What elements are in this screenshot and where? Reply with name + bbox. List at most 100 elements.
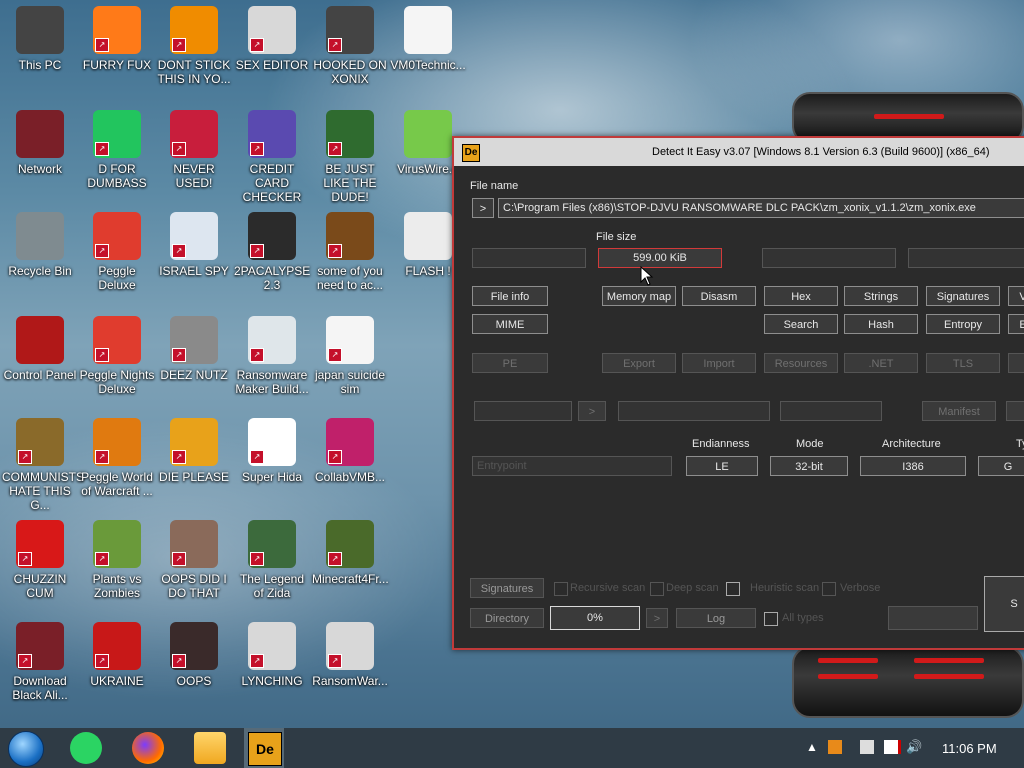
disabled-option-button[interactable]: [888, 606, 978, 630]
taskbar-detect-it-easy-icon[interactable]: De: [244, 728, 284, 768]
all-types-checkbox[interactable]: [764, 612, 778, 626]
strings-button[interactable]: Strings: [844, 286, 918, 306]
deep-scan-checkbox[interactable]: [650, 582, 664, 596]
desktop-icon[interactable]: ↗ japan suicide sim: [312, 316, 388, 396]
manifest-button[interactable]: Manifest: [922, 401, 996, 421]
desktop-icon[interactable]: ↗ Ransomware Maker Build...: [234, 316, 310, 396]
tray-flag-icon[interactable]: [884, 740, 901, 754]
desktop-icon-image: ↗: [170, 212, 218, 260]
hex-button[interactable]: Hex: [764, 286, 838, 306]
desktop-icon[interactable]: ↗ OOPS: [156, 622, 232, 688]
desktop-icon[interactable]: ↗ COMMUNISTS HATE THIS G...: [2, 418, 84, 512]
net-button[interactable]: .NET: [844, 353, 918, 373]
desktop-icon-image: [16, 6, 64, 54]
desktop-icon[interactable]: ↗ FURRY FUX: [79, 6, 155, 72]
pe-button[interactable]: PE: [472, 353, 548, 373]
directory-button[interactable]: Directory: [470, 608, 544, 628]
cut-button-2[interactable]: E: [1008, 314, 1024, 334]
desktop-icon[interactable]: ↗ LYNCHING: [234, 622, 310, 688]
cut-button-1[interactable]: V: [1008, 286, 1024, 306]
desktop-icon[interactable]: ↗ OOPS DID I DO THAT: [156, 520, 232, 600]
desktop-icon[interactable]: ↗ UKRAINE: [79, 622, 155, 688]
log-button[interactable]: Log: [676, 608, 756, 628]
desktop-icon[interactable]: ↗ NEVER USED!: [156, 110, 232, 190]
desktop-icon[interactable]: ↗ Download Black Ali...: [2, 622, 78, 702]
desktop-icon[interactable]: ↗ BE JUST LIKE THE DUDE!: [312, 110, 388, 204]
mime-button[interactable]: MIME: [472, 314, 548, 334]
desktop-icon-image: ↗: [93, 520, 141, 568]
shortcut-arrow-icon: ↗: [172, 142, 186, 156]
signatures-scan-button[interactable]: Signatures: [470, 578, 544, 598]
desktop-icon[interactable]: ↗ Super Hida: [234, 418, 310, 484]
start-button[interactable]: [8, 731, 44, 767]
desktop-icon[interactable]: Control Panel: [2, 316, 78, 382]
disasm-button[interactable]: Disasm: [682, 286, 756, 306]
recursive-scan-checkbox[interactable]: [554, 582, 568, 596]
tray-volume-icon[interactable]: 🔊: [906, 740, 922, 754]
shortcut-arrow-icon: ↗: [328, 142, 342, 156]
desktop-icon[interactable]: This PC: [2, 6, 78, 72]
tray-chevron-up-icon[interactable]: ▲: [806, 740, 820, 754]
shortcut-arrow-icon: ↗: [18, 552, 32, 566]
desktop-icon[interactable]: ↗ ISRAEL SPY: [156, 212, 232, 278]
desktop-icon-label: UKRAINE: [90, 674, 144, 688]
desktop-icon[interactable]: ↗ CREDIT CARD CHECKER: [234, 110, 310, 204]
desktop-icon[interactable]: ↗ 2PACALYPSE 2.3: [234, 212, 310, 292]
taskbar-clock[interactable]: 11:06 PM: [942, 741, 997, 756]
field-disabled-2: [762, 248, 896, 268]
window-titlebar[interactable]: De Detect It Easy v3.07 [Windows 8.1 Ver…: [454, 138, 1024, 166]
desktop-icon-image: ↗: [326, 520, 374, 568]
taskbar-file-explorer-icon[interactable]: [194, 732, 226, 764]
memory-map-button[interactable]: Memory map: [602, 286, 676, 306]
architecture-label: Architecture: [882, 438, 941, 450]
file-path-field[interactable]: C:\Program Files (x86)\STOP-DJVU RANSOMW…: [498, 198, 1024, 218]
file-info-button[interactable]: File info: [472, 286, 548, 306]
desktop-icon-label: HOOKED ON XONIX: [313, 58, 387, 86]
verbose-checkbox[interactable]: [822, 582, 836, 596]
desktop-icon-image: ↗: [93, 212, 141, 260]
desktop-icon-label: BE JUST LIKE THE DUDE!: [323, 162, 377, 204]
desktop-icon[interactable]: ↗ Peggle Deluxe: [79, 212, 155, 292]
resources-button[interactable]: Resources: [764, 353, 838, 373]
desktop-icon[interactable]: ↗ DEEZ NUTZ: [156, 316, 232, 382]
import-button[interactable]: Import: [682, 353, 756, 373]
signatures-button[interactable]: Signatures: [926, 286, 1000, 306]
desktop-icon[interactable]: ↗ RansomWar...: [312, 622, 388, 688]
tls-button[interactable]: TLS: [926, 353, 1000, 373]
taskbar-firefox-icon[interactable]: [132, 732, 164, 764]
desktop-icon[interactable]: Network: [2, 110, 78, 176]
file-size-label: File size: [596, 231, 637, 243]
heuristic-scan-checkbox[interactable]: [726, 582, 740, 596]
desktop-icon[interactable]: ↗ Minecraft4Fr...: [312, 520, 389, 586]
desktop-icon[interactable]: VM0Technic...: [390, 6, 466, 72]
tray-network-icon[interactable]: [860, 740, 874, 754]
desktop-icon[interactable]: ↗ DONT STICK THIS IN YO...: [156, 6, 232, 86]
desktop-icon[interactable]: ↗ CollabVMB...: [312, 418, 388, 484]
desktop-icon[interactable]: ↗ The Legend of Zida: [234, 520, 310, 600]
desktop-icon[interactable]: ↗ some of you need to ac...: [312, 212, 388, 292]
search-button[interactable]: Search: [764, 314, 838, 334]
desktop-icon[interactable]: ↗ D FOR DUMBASS: [79, 110, 155, 190]
tray-app-icon[interactable]: [828, 740, 842, 754]
entropy-button[interactable]: Entropy: [926, 314, 1000, 334]
taskbar-green-app-icon[interactable]: [70, 732, 102, 764]
desktop-icon[interactable]: ↗ Plants vs Zombies: [79, 520, 155, 600]
entry-arrow-button[interactable]: >: [578, 401, 606, 421]
scan-button[interactable]: S: [984, 576, 1024, 632]
progress-field: 0%: [550, 606, 640, 630]
export-button[interactable]: Export: [602, 353, 676, 373]
browse-file-button[interactable]: >: [472, 198, 494, 218]
hash-button[interactable]: Hash: [844, 314, 918, 334]
desktop-icon-image: ↗: [326, 418, 374, 466]
cut-button-3[interactable]: [1008, 353, 1024, 373]
desktop-icon[interactable]: ↗ CHUZZIN CUM: [2, 520, 78, 600]
desktop-icon[interactable]: ↗ Peggle World of Warcraft ...: [79, 418, 155, 498]
progress-arrow-button[interactable]: >: [646, 608, 668, 628]
desktop-icon[interactable]: ↗ DIE PLEASE: [156, 418, 232, 484]
desktop-icon[interactable]: ↗ HOOKED ON XONIX: [312, 6, 388, 86]
desktop-icon[interactable]: ↗ Peggle Nights Deluxe: [79, 316, 155, 396]
desktop-icon-image: ↗: [93, 418, 141, 466]
desktop-icon[interactable]: Recycle Bin: [2, 212, 78, 278]
cut-button-4[interactable]: [1006, 401, 1024, 421]
desktop-icon[interactable]: ↗ SEX EDITOR: [234, 6, 310, 72]
